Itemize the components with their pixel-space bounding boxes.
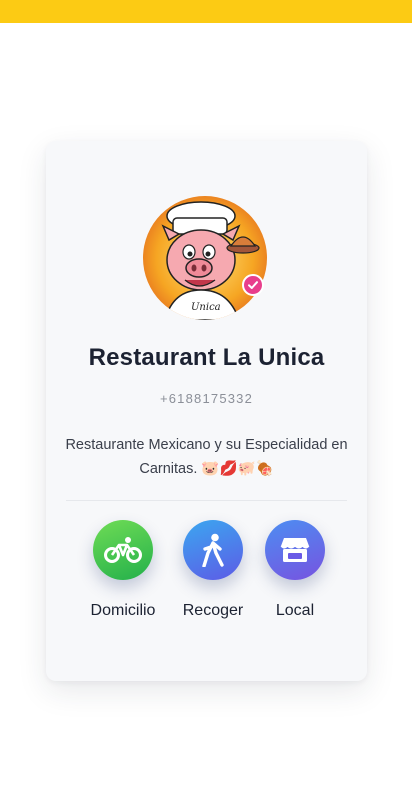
verified-badge-icon xyxy=(242,274,264,296)
delivery-label: Domicilio xyxy=(90,602,156,619)
status-accent-bar xyxy=(0,0,412,23)
bicycle-icon[interactable] xyxy=(93,520,153,580)
restaurant-description: Restaurante Mexicano y su Especialidad e… xyxy=(65,437,348,477)
restaurant-logo: Unica xyxy=(143,196,267,320)
svg-text:Unica: Unica xyxy=(191,302,221,313)
walking-person-icon[interactable] xyxy=(183,520,243,580)
restaurant-phone[interactable]: +6188175332 xyxy=(46,391,367,406)
storefront-icon[interactable] xyxy=(265,520,325,580)
delivery-button[interactable]: Domicilio xyxy=(73,520,173,620)
pig-chef-illustration: Unica xyxy=(161,201,260,320)
dine-in-button[interactable]: Local xyxy=(245,520,345,620)
restaurant-card: Unica Restaurant La Unica +6188175332 Re… xyxy=(46,141,367,681)
divider xyxy=(66,500,347,501)
logo-image: Unica xyxy=(143,196,267,320)
dine-in-label: Local xyxy=(275,602,315,619)
restaurant-name: Restaurant La Unica xyxy=(88,344,325,371)
